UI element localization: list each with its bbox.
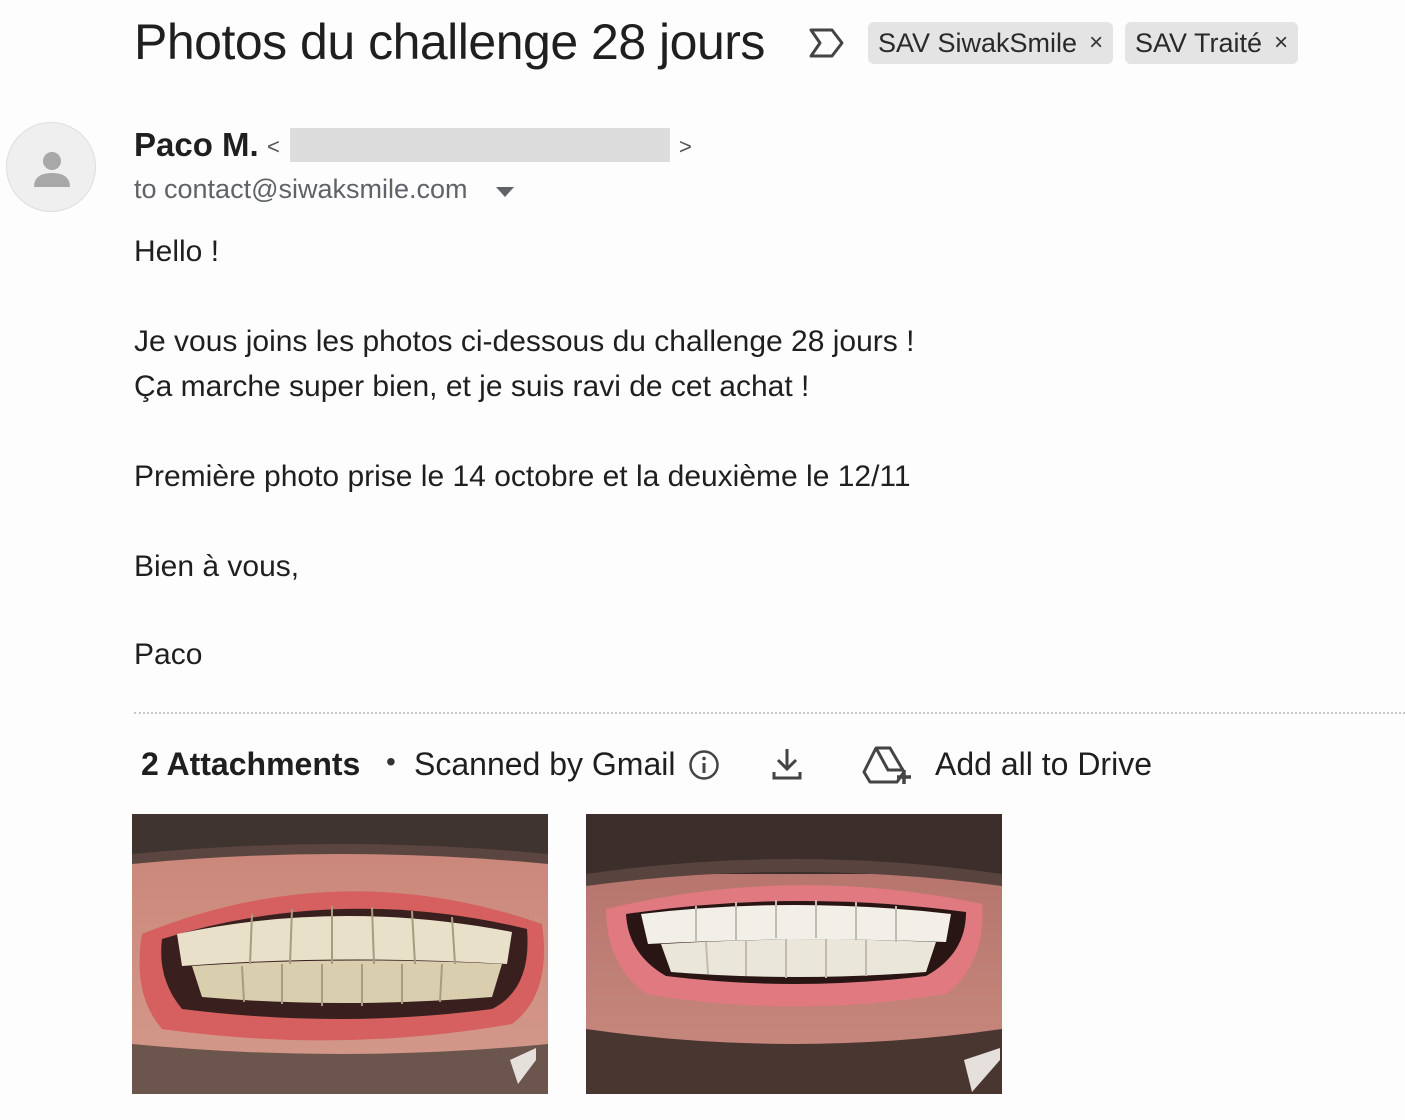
avatar[interactable] bbox=[6, 122, 96, 212]
avatar-person-icon bbox=[34, 152, 70, 187]
sender-email-open: < bbox=[267, 134, 280, 159]
add-all-to-drive-button[interactable]: Add all to Drive bbox=[935, 746, 1152, 783]
label-name: SAV SiwakSmile bbox=[878, 28, 1078, 58]
body-paragraph: Je vous joins les photos ci-dessous du c… bbox=[134, 325, 915, 358]
attachment-thumbnail-before[interactable] bbox=[132, 814, 548, 1094]
recipient-line: to contact@siwaksmile.com bbox=[134, 174, 468, 204]
attachment-thumbnail-after[interactable] bbox=[586, 814, 1002, 1094]
scanned-by-gmail: Scanned by Gmail bbox=[414, 746, 676, 782]
email-subject: Photos du challenge 28 jours bbox=[134, 14, 765, 70]
body-closing: Bien à vous, bbox=[134, 550, 300, 583]
download-icon[interactable] bbox=[770, 746, 804, 782]
remove-label-icon[interactable]: × bbox=[1089, 22, 1103, 64]
body-paragraph: Ça marche super bien, et je suis ravi de… bbox=[134, 370, 810, 403]
body-greeting: Hello ! bbox=[134, 235, 220, 268]
body-signature: Paco bbox=[134, 638, 203, 671]
attachments-divider bbox=[134, 712, 1405, 714]
sender-email-close: > bbox=[679, 134, 692, 159]
smile-photo-icon bbox=[132, 814, 548, 1094]
chevron-down-icon[interactable] bbox=[494, 185, 516, 199]
label-name: SAV Traité bbox=[1135, 28, 1263, 58]
body-paragraph: Première photo prise le 14 octobre et la… bbox=[134, 460, 911, 493]
separator-dot: • bbox=[386, 746, 396, 777]
info-icon[interactable] bbox=[688, 749, 720, 781]
smile-photo-icon bbox=[586, 814, 1002, 1094]
drive-add-icon[interactable] bbox=[862, 744, 914, 786]
sender-name[interactable]: Paco M. bbox=[134, 126, 259, 164]
important-marker-icon[interactable] bbox=[808, 26, 846, 60]
remove-label-icon[interactable]: × bbox=[1274, 22, 1288, 64]
label-chip-traite: SAV Traité × bbox=[1125, 22, 1299, 64]
attachments-count: 2 Attachments bbox=[141, 746, 361, 782]
redacted-email bbox=[290, 128, 670, 162]
label-chip-siwaksmile: SAV SiwakSmile × bbox=[868, 22, 1114, 64]
